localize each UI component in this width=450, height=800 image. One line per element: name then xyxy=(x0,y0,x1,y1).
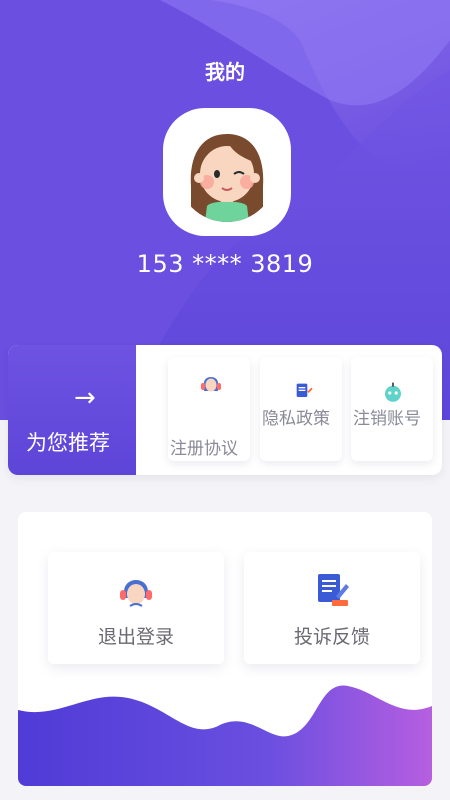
customer-service-icon xyxy=(120,580,152,607)
phone-number: 153 **** 3819 xyxy=(136,250,314,278)
recommend-entry[interactable]: → 为您推荐 xyxy=(8,345,136,475)
recommend-item-cancel-account[interactable]: 注销账号 xyxy=(351,357,433,461)
recommend-item-label: 注册协议 xyxy=(170,439,238,459)
actions-panel: 退出登录 投诉反馈 xyxy=(18,512,432,786)
recommend-item-label: 隐私政策 xyxy=(262,409,330,429)
document-edit-icon xyxy=(296,383,313,397)
feedback-button[interactable]: 投诉反馈 xyxy=(244,552,420,664)
recommend-item-label: 注销账号 xyxy=(353,409,421,429)
recommend-item-privacy-policy[interactable]: 隐私政策 xyxy=(260,357,342,461)
avatar[interactable] xyxy=(163,108,291,236)
feedback-document-icon xyxy=(318,574,349,606)
logout-label: 退出登录 xyxy=(97,626,174,648)
recommend-panel: → 为您推荐 注册协议 隐私政策 注销账号 xyxy=(8,345,442,475)
arrow-right-icon: → xyxy=(74,383,96,413)
logout-button[interactable]: 退出登录 xyxy=(48,552,224,664)
page-title: 我的 xyxy=(205,60,245,84)
robot-icon xyxy=(385,382,401,402)
avatar-image xyxy=(177,122,277,222)
agent-icon xyxy=(201,377,221,392)
feedback-label: 投诉反馈 xyxy=(293,626,370,648)
recommend-item-register-agreement[interactable]: 注册协议 xyxy=(168,357,250,461)
recommend-label: 为您推荐 xyxy=(26,431,110,455)
decorative-wave xyxy=(18,685,432,786)
